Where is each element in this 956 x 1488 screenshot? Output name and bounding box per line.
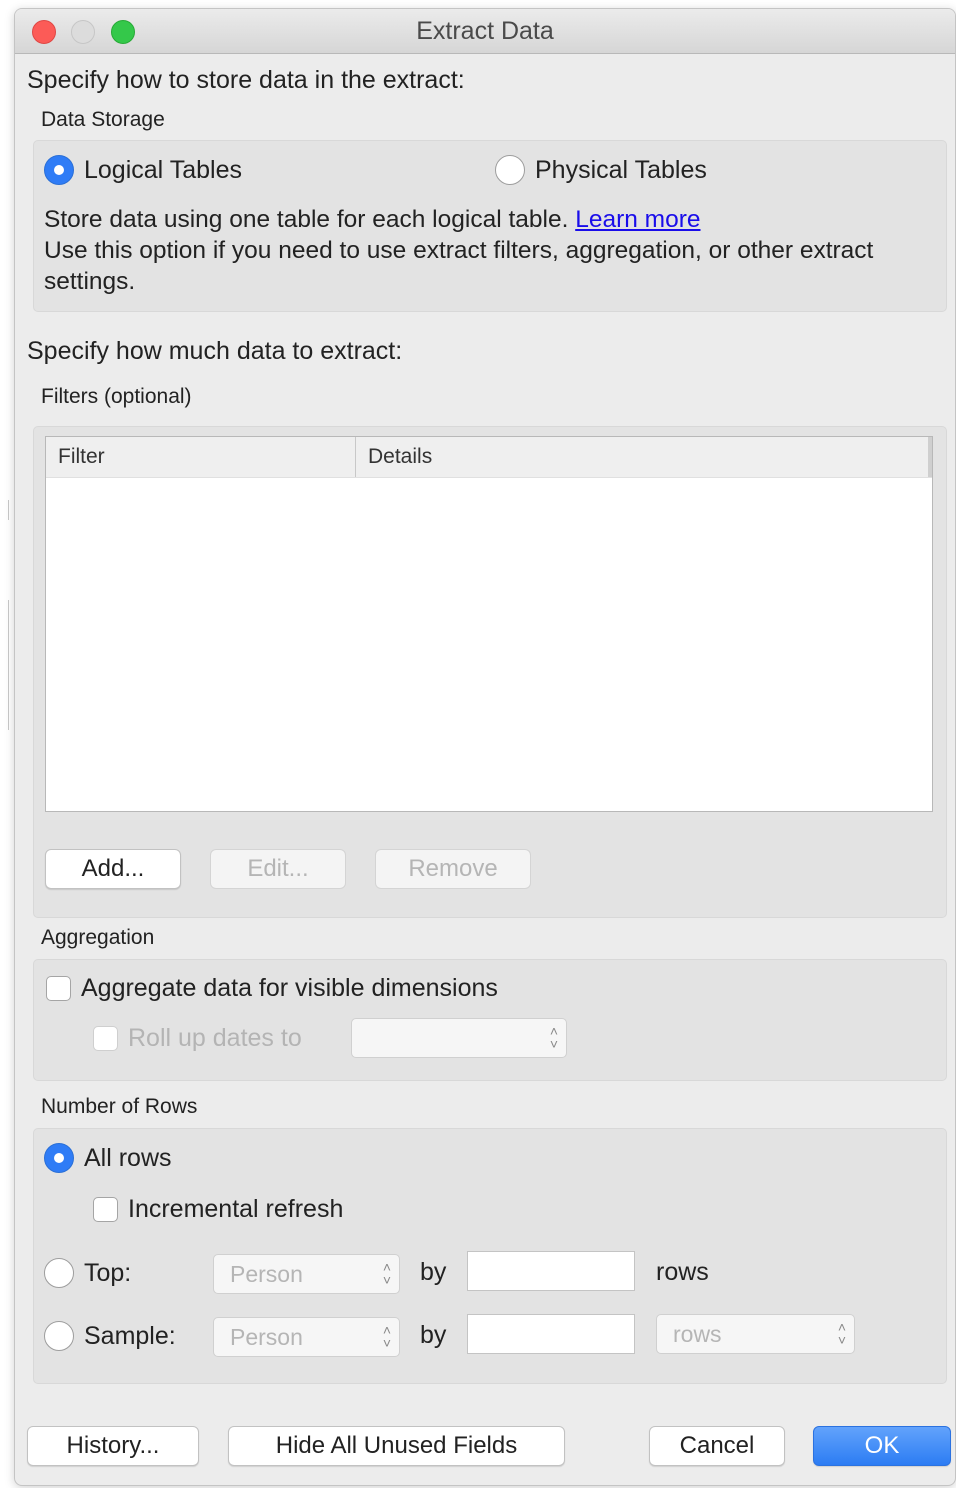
rollup-option[interactable]: Roll up dates to bbox=[93, 1024, 302, 1053]
physical-tables-label: Physical Tables bbox=[535, 155, 707, 184]
data-storage-label: Data Storage bbox=[41, 108, 165, 131]
extract-data-dialog: Extract Data Specify how to store data i… bbox=[14, 8, 956, 1486]
window-title: Extract Data bbox=[416, 17, 554, 45]
background-divider bbox=[8, 600, 9, 730]
learn-more-link[interactable]: Learn more bbox=[575, 206, 700, 233]
incremental-refresh-label: Incremental refresh bbox=[128, 1195, 344, 1223]
logical-tables-label: Logical Tables bbox=[84, 155, 242, 184]
top-by-label: by bbox=[420, 1258, 447, 1286]
aggregation-label: Aggregation bbox=[41, 926, 155, 949]
storage-description-line2: Use this option if you need to use extra… bbox=[44, 237, 874, 295]
rollup-checkbox[interactable] bbox=[93, 1026, 118, 1051]
number-of-rows-panel: All rows Incremental refresh Top: Person… bbox=[33, 1128, 947, 1384]
all-rows-option[interactable]: All rows bbox=[44, 1143, 172, 1173]
number-of-rows-label: Number of Rows bbox=[41, 1095, 198, 1118]
background-divider bbox=[8, 500, 9, 520]
aggregate-checkbox[interactable] bbox=[46, 976, 71, 1001]
storage-description: Store data using one table for each logi… bbox=[44, 204, 934, 297]
top-radio[interactable] bbox=[44, 1258, 74, 1288]
filters-table[interactable]: Filter Details bbox=[45, 436, 933, 812]
aggregate-option[interactable]: Aggregate data for visible dimensions bbox=[46, 974, 498, 1003]
top-field-select[interactable]: Person ˄ ˅ bbox=[213, 1254, 400, 1294]
all-rows-radio[interactable] bbox=[44, 1143, 74, 1173]
cancel-button[interactable]: Cancel bbox=[649, 1426, 785, 1466]
sample-unit-select[interactable]: rows ˄ ˅ bbox=[656, 1314, 855, 1354]
filter-column-header[interactable]: Filter bbox=[46, 437, 356, 477]
physical-tables-radio[interactable] bbox=[495, 155, 525, 185]
ok-button[interactable]: OK bbox=[813, 1426, 951, 1466]
physical-tables-option[interactable]: Physical Tables bbox=[495, 155, 707, 185]
top-label: Top: bbox=[84, 1258, 132, 1287]
aggregation-panel: Aggregate data for visible dimensions Ro… bbox=[33, 959, 947, 1081]
storage-heading: Specify how to store data in the extract… bbox=[27, 66, 465, 94]
all-rows-label: All rows bbox=[84, 1143, 172, 1172]
top-count-input[interactable] bbox=[467, 1251, 635, 1291]
filters-label: Filters (optional) bbox=[41, 385, 192, 408]
sample-unit-value: rows bbox=[673, 1321, 722, 1347]
sample-field-select[interactable]: Person ˄ ˅ bbox=[213, 1317, 400, 1357]
rollup-select[interactable]: ˄ ˅ bbox=[351, 1018, 567, 1058]
sample-label: Sample: bbox=[84, 1321, 176, 1350]
sample-radio[interactable] bbox=[44, 1321, 74, 1351]
chevron-up-down-icon: ˄ ˅ bbox=[549, 1023, 558, 1052]
chevron-up-down-icon: ˄ ˅ bbox=[382, 1259, 391, 1288]
incremental-refresh-checkbox[interactable] bbox=[93, 1197, 118, 1222]
chevron-up-down-icon: ˄ ˅ bbox=[837, 1319, 846, 1348]
add-filter-button[interactable]: Add... bbox=[45, 849, 181, 889]
logical-tables-radio[interactable] bbox=[44, 155, 74, 185]
storage-description-line1: Store data using one table for each logi… bbox=[44, 206, 569, 233]
aggregate-label: Aggregate data for visible dimensions bbox=[81, 974, 498, 1002]
top-field-value: Person bbox=[230, 1261, 303, 1287]
top-rows-label: rows bbox=[656, 1258, 709, 1286]
edit-filter-button[interactable]: Edit... bbox=[210, 849, 346, 889]
sample-count-input[interactable] bbox=[467, 1314, 635, 1354]
details-column-header[interactable]: Details bbox=[356, 437, 932, 477]
remove-filter-button[interactable]: Remove bbox=[375, 849, 531, 889]
sample-by-label: by bbox=[420, 1321, 447, 1349]
top-option[interactable]: Top: bbox=[44, 1258, 131, 1288]
header-end-divider bbox=[928, 437, 932, 477]
history-button[interactable]: History... bbox=[27, 1426, 199, 1466]
filters-table-header: Filter Details bbox=[46, 437, 932, 478]
sample-field-value: Person bbox=[230, 1324, 303, 1350]
rollup-label: Roll up dates to bbox=[128, 1024, 302, 1052]
dialog-content: Specify how to store data in the extract… bbox=[15, 54, 955, 1485]
title-bar: Extract Data bbox=[15, 9, 955, 54]
sample-option[interactable]: Sample: bbox=[44, 1321, 176, 1351]
data-storage-panel: Logical Tables Physical Tables Store dat… bbox=[33, 140, 947, 312]
chevron-up-down-icon: ˄ ˅ bbox=[382, 1322, 391, 1351]
logical-tables-option[interactable]: Logical Tables bbox=[44, 155, 242, 185]
incremental-refresh-option[interactable]: Incremental refresh bbox=[93, 1195, 343, 1224]
hide-all-unused-fields-button[interactable]: Hide All Unused Fields bbox=[228, 1426, 565, 1466]
amount-heading: Specify how much data to extract: bbox=[27, 337, 403, 365]
